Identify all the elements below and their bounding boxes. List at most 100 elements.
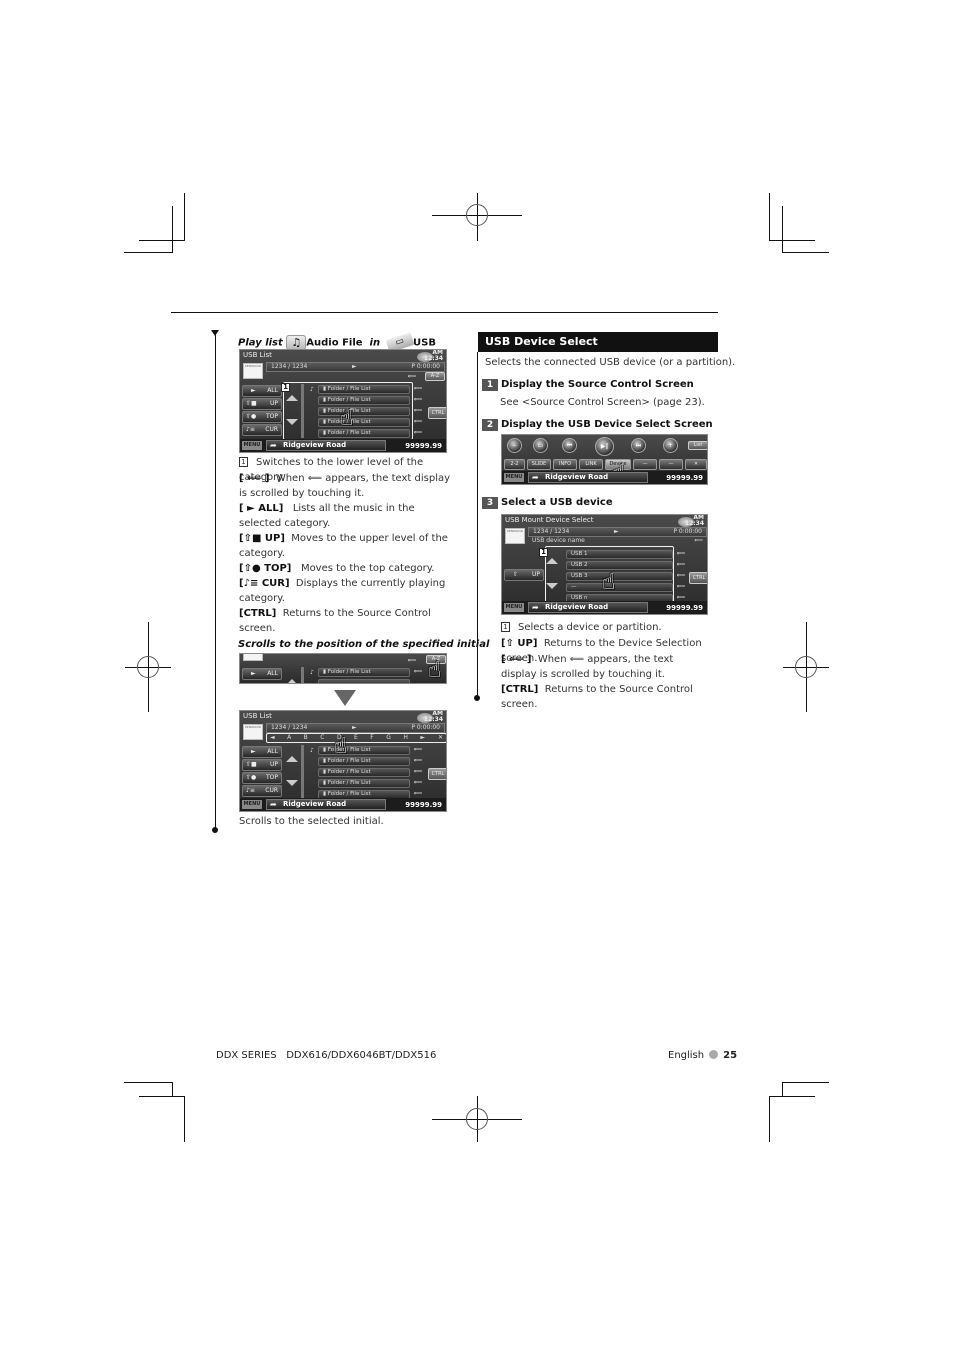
distance-readout: 99999.99 [666,474,703,482]
all-button[interactable]: ► ALL [242,746,282,758]
initial-button[interactable]: H [403,734,408,741]
list-item[interactable]: ▮ Folder / File List [318,746,410,755]
left-column-bar [215,334,216,830]
play-pause-button[interactable]: ▶‖ [595,437,614,456]
row-scroll-icon[interactable]: ⟸ [413,747,423,753]
road-name[interactable]: Ridgeview Road [528,472,648,483]
folder-button[interactable]: ▭ [533,438,548,453]
road-name[interactable]: Ridgeview Road [266,799,386,810]
list-item[interactable] [318,679,410,683]
row-scroll-icon[interactable]: ⟸ [413,419,423,425]
source-control-screen: − ▭ ⏮ ▶‖ ⏭ + List 2-2 SLIDE INFO LINK De… [501,434,708,485]
up-button[interactable]: ⇧ UP [504,569,544,581]
initial-button[interactable]: C [320,734,324,741]
step-1: 1 Display the Source Control Screen [482,378,694,391]
step-title: Display the USB Device Select Screen [501,419,713,430]
up-button[interactable]: ⇧■ UP [242,398,282,410]
list-item[interactable]: ▮ Folder / File List [318,768,410,777]
row-scroll-icon[interactable]: ⟸ [413,669,423,675]
desc-cur: [♪≡ CUR] Displays the currently playing … [239,578,446,604]
close-tab-button[interactable]: ✕ [685,459,707,470]
scroll-up-arrow[interactable] [286,679,298,683]
row-scroll-icon[interactable]: ⟸ [413,780,423,786]
step-3: 3 Select a USB device [482,496,613,509]
menu-button[interactable]: MENU [242,800,262,809]
az-button[interactable]: A-Z [425,372,445,381]
row-scroll-icon[interactable]: ⟸ [676,562,686,568]
top-button[interactable]: ⇧● TOP [242,772,282,784]
tab-info[interactable]: INFO [553,459,577,470]
menu-button[interactable]: MENU [242,441,262,450]
step-number: 3 [482,497,498,509]
row-scroll-icon[interactable]: ⟸ [413,386,423,392]
cur-button[interactable]: ♪≡ CUR [242,424,282,436]
list-item[interactable]: ▮ Folder / File List [318,668,410,677]
initial-button[interactable]: E [354,734,358,741]
row-scroll-icon[interactable]: ⟸ [413,758,423,764]
audio-file-label: Audio File [306,337,363,349]
next-button[interactable]: ⏭ [631,438,646,453]
up-button[interactable]: ⇧■ UP [242,759,282,771]
hand-pointer-icon: ☝ [602,570,616,595]
list-button[interactable]: List [688,441,707,450]
scroll-text-icon: ⟸ [694,537,703,544]
list-item[interactable]: ▮ Folder / File List [318,779,410,788]
all-button[interactable]: ► ALL [242,668,282,680]
kenwood-logo [243,654,263,661]
tab-slide[interactable]: SLIDE [527,459,551,470]
ctrl-button[interactable]: CTRL [689,572,707,584]
list-item[interactable]: ▮ Folder / File List [318,757,410,766]
row-scroll-icon[interactable]: ⟸ [413,408,423,414]
road-name[interactable]: Ridgeview Road [528,602,648,613]
cur-button[interactable]: ♪≡ CUR [242,785,282,797]
initial-next[interactable]: ► [420,734,425,741]
ctrl-button[interactable]: CTRL [428,407,446,419]
ctrl-button[interactable]: CTRL [428,768,446,780]
desc-scroll: [ ⟸ ] When ⟸ appears, the text display i… [501,654,674,680]
scrollbar[interactable] [301,745,304,799]
kenwood-logo: KENWOOD [505,528,525,544]
footer-page: English 25 [668,1050,737,1061]
series-label: DDX SERIES [216,1050,277,1061]
initial-button[interactable]: A [287,734,291,741]
top-rule [171,312,718,313]
top-button[interactable]: ⇧● TOP [242,411,282,423]
status-bar: MENU Ridgeview Road 99999.99 [240,798,446,811]
section-title: USB Device Select [478,332,718,352]
row-scroll-icon[interactable]: ⟸ [413,769,423,775]
scroll-up-arrow[interactable] [286,756,298,762]
previous-button[interactable]: ⏮ [562,438,577,453]
minus-button[interactable]: − [507,438,522,453]
row-scroll-icon[interactable]: ⟸ [676,573,686,579]
close-initials-icon[interactable]: ✕ [438,734,443,741]
tab-link[interactable]: LINK [579,459,603,470]
step-number: 1 [482,379,498,391]
menu-button[interactable]: MENU [504,603,524,612]
row-scroll-icon[interactable]: ⟸ [676,551,686,557]
scroll-text-icon[interactable]: ⟸ [407,374,417,380]
up-arrow-icon: ⇧ [513,571,519,578]
plus-button[interactable]: + [663,438,678,453]
tab-empty[interactable]: — [659,459,683,470]
row-scroll-icon[interactable]: ⟸ [413,430,423,436]
initial-button[interactable]: B [304,734,308,741]
all-button[interactable]: ► ALL [242,385,282,397]
partial-list-screen: ⟸ A-Z ► ALL ♪ ▮ Folder / File List ⟸ ☝ [239,653,447,684]
scroll-down-arrow[interactable] [286,780,298,786]
scrollbar[interactable] [301,667,304,683]
row-scroll-icon[interactable]: ⟸ [413,397,423,403]
row-scroll-icon[interactable]: ⟸ [413,791,423,797]
tab-2-2[interactable]: 2-2 [504,459,525,470]
tab-empty[interactable]: — [633,459,657,470]
callout-1: 1 [281,383,290,392]
row-scroll-icon[interactable]: ⟸ [676,584,686,590]
scroll-text-icon[interactable]: ⟸ [407,658,417,664]
initial-prev[interactable]: ◄ [270,734,275,741]
menu-button[interactable]: MENU [504,473,524,482]
initial-button[interactable]: G [386,734,391,741]
step-number: 2 [482,419,498,431]
initial-button[interactable]: F [370,734,373,741]
language-label: English [668,1050,705,1061]
road-name[interactable]: Ridgeview Road [266,440,386,451]
step-title: Display the Source Control Screen [501,379,694,390]
